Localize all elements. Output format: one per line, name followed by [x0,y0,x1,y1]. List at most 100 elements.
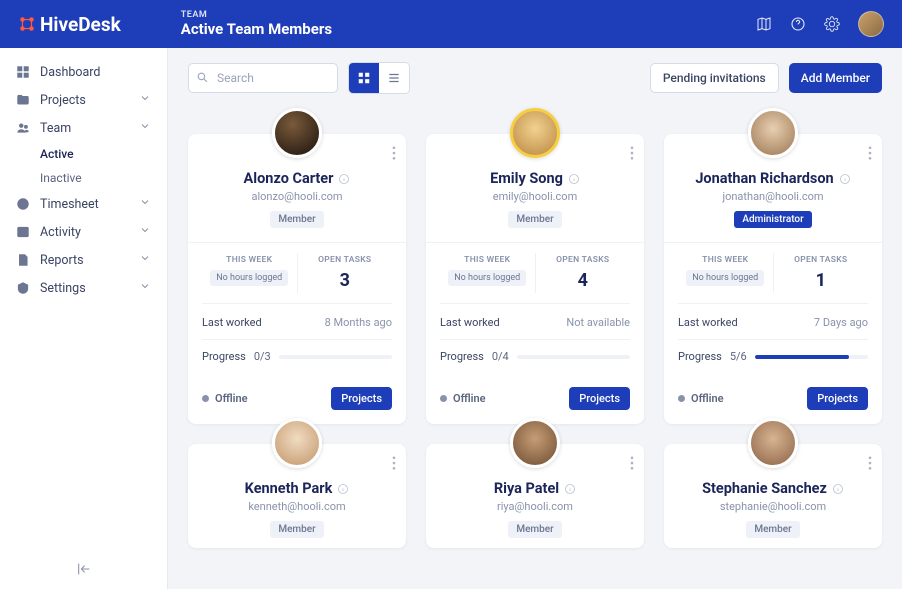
open-tasks-value: 4 [540,270,627,291]
last-worked-label: Last worked [440,316,500,329]
stat-label: OPEN TASKS [778,255,865,265]
settings-icon [16,281,30,295]
card-menu-button[interactable] [868,456,872,474]
view-toggle [348,62,410,94]
role-badge: Member [270,521,323,538]
member-email: kenneth@hooli.com [202,500,392,513]
brand-name: HiveDesk [40,13,121,36]
card-menu-button[interactable] [392,146,396,164]
card-menu-button[interactable] [392,456,396,474]
status-text: Offline [691,392,724,405]
folder-icon [16,93,30,107]
member-avatar [748,418,798,468]
role-badge: Administrator [734,211,811,228]
pending-invitations-button[interactable]: Pending invitations [650,63,779,93]
card-menu-button[interactable] [868,146,872,164]
member-card: Stephanie Sanchez stephanie@hooli.comMem… [664,444,882,548]
member-avatar [510,108,560,158]
last-worked-label: Last worked [678,316,738,329]
sidebar-item-projects[interactable]: Projects [0,86,167,114]
sidebar-subitem-inactive[interactable]: Inactive [0,166,167,190]
sidebar-item-dashboard[interactable]: Dashboard [0,58,167,86]
member-email: jonathan@hooli.com [678,190,868,203]
search-input[interactable] [188,63,338,93]
progress-label: Progress [202,350,246,363]
grid-view-button[interactable] [349,63,379,93]
projects-button[interactable]: Projects [331,387,392,410]
role-badge: Member [746,521,799,538]
member-card: Emily Song emily@hooli.comMemberTHIS WEE… [426,134,644,424]
member-name: Stephanie Sanchez [702,480,844,497]
sidebar-item-timesheet[interactable]: Timesheet [0,190,167,218]
status-indicator: Offline [678,392,724,405]
breadcrumb: TEAM [181,10,332,20]
chevron-down-icon [139,280,151,292]
open-tasks-value: 1 [778,270,865,291]
member-name: Riya Patel [494,480,576,497]
sidebar-item-label: Settings [40,281,86,296]
sidebar-item-team[interactable]: Team [0,114,167,142]
projects-button[interactable]: Projects [569,387,630,410]
last-worked-value: 7 Days ago [814,316,868,329]
status-indicator: Offline [440,392,486,405]
member-avatar [272,108,322,158]
sidebar: Dashboard ProjectsTeamActiveInactive Times… [0,48,168,589]
list-view-button[interactable] [379,63,409,93]
projects-button[interactable]: Projects [807,387,868,410]
role-badge: Member [270,211,323,228]
status-indicator: Offline [202,392,248,405]
sidebar-item-settings[interactable]: Settings [0,274,167,302]
sidebar-subitem-active[interactable]: Active [0,142,167,166]
search-input-wrapper [188,63,338,93]
user-avatar[interactable] [858,11,884,37]
download-icon[interactable] [722,16,738,32]
info-icon[interactable] [564,483,576,495]
stat-label: THIS WEEK [444,255,531,265]
member-name: Kenneth Park [245,480,350,497]
card-menu-button[interactable] [630,456,634,474]
info-icon[interactable] [832,483,844,495]
progress-fraction: 0/4 [492,350,509,363]
sidebar-item-reports[interactable]: Reports [0,246,167,274]
stat-label: OPEN TASKS [302,255,389,265]
card-menu-button[interactable] [630,146,634,164]
member-card: Kenneth Park kenneth@hooli.com Member [188,444,406,548]
brand-logo[interactable]: HiveDesk [18,13,121,36]
activity-icon [16,225,30,239]
reports-icon [16,253,30,267]
progress-bar [279,355,392,359]
chevron-down-icon [139,224,151,236]
progress-fraction: 5/6 [730,350,747,363]
gear-icon[interactable] [824,16,840,32]
info-icon[interactable] [568,173,580,185]
last-worked-value: 8 Months ago [325,316,392,329]
info-icon[interactable] [839,173,851,185]
collapse-sidebar-icon[interactable] [76,561,92,577]
no-hours-chip: No hours logged [686,270,764,286]
map-icon[interactable] [756,16,772,32]
help-icon[interactable] [790,16,806,32]
member-email: riya@hooli.com [440,500,630,513]
progress-bar [517,355,630,359]
status-text: Offline [215,392,248,405]
info-icon[interactable] [338,173,350,185]
member-name: Emily Song [490,170,580,187]
sidebar-item-label: Activity [40,225,81,240]
member-name: Jonathan Richardson [695,170,850,187]
member-email: alonzo@hooli.com [202,190,392,203]
member-avatar [748,108,798,158]
status-text: Offline [453,392,486,405]
sidebar-item-label: Dashboard [40,65,100,80]
sidebar-item-label: Timesheet [40,197,99,212]
chevron-down-icon [139,252,151,264]
add-member-button[interactable]: Add Member [789,63,882,93]
sidebar-item-activity[interactable]: Activity [0,218,167,246]
member-card: Riya Patel riya@hooli.comMember [426,444,644,548]
last-worked-value: Not available [566,316,630,329]
info-icon[interactable] [337,483,349,495]
grid-icon [357,71,371,85]
dashboard-icon [16,65,30,79]
member-avatar [510,418,560,468]
member-avatar [272,418,322,468]
progress-label: Progress [678,350,722,363]
